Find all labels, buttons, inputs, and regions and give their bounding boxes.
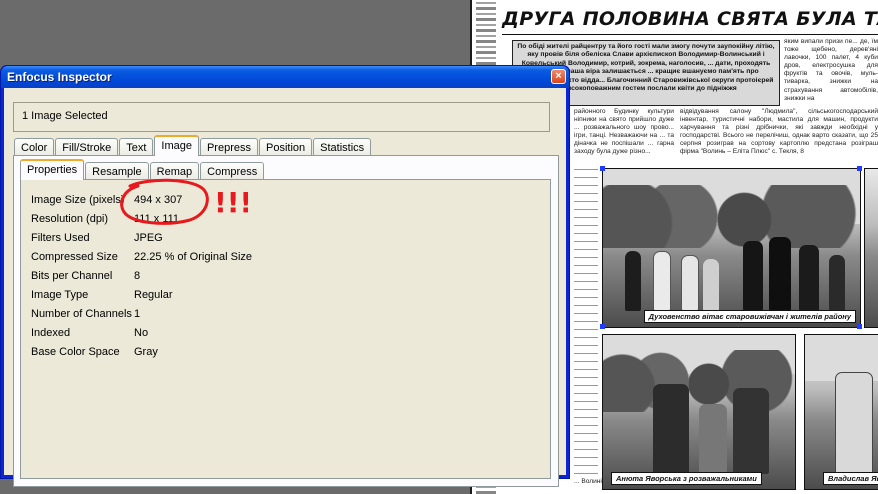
newspaper-headline: ДРУГА ПОЛОВИНА СВЯТА БУЛА ТАК (502, 8, 878, 30)
red-highlight-annotation: !!! (120, 178, 248, 225)
red-circle-mark (120, 178, 209, 225)
inspector-window: Enfocus Inspector × 1 Image Selected Col… (0, 65, 570, 487)
photo-caption-2: Анюта Яворська з розважальниками (611, 472, 762, 485)
property-value: No (134, 327, 149, 339)
close-button[interactable]: × (551, 69, 566, 84)
property-key: Number of Channels (31, 308, 132, 320)
properties-panel: Image Size (pixels) 494 x 307 Resolution… (20, 179, 551, 479)
property-key: Resolution (dpi) (31, 213, 109, 225)
property-value: Gray (134, 346, 158, 358)
property-key: Image Type (31, 289, 89, 301)
exclamation-marks: !!! (214, 186, 248, 219)
selection-handle-tr[interactable] (857, 166, 862, 171)
photo-caption-1: Духовенство вітає старовижівчан і жителі… (643, 310, 856, 323)
property-value: 8 (134, 270, 141, 282)
window-titlebar[interactable]: Enfocus Inspector × (1, 66, 569, 88)
selection-handle-bl[interactable] (600, 324, 605, 329)
property-value: 22.25 % of Original Size (134, 251, 253, 263)
property-key: Bits per Channel (31, 270, 113, 282)
main-tab-bar: Color Fill/Stroke Text Image Prepress Positio… (14, 135, 372, 156)
lower-photo-right: Владислав Яворс (804, 334, 878, 490)
window-client-area: 1 Image Selected Color Fill/Stroke Text Ima… (4, 88, 566, 487)
selection-status-panel: 1 Image Selected (13, 102, 550, 132)
property-key: Indexed (31, 327, 71, 339)
subtab-properties[interactable]: Properties (20, 159, 85, 180)
tab-position[interactable]: Position (259, 138, 313, 156)
tab-image[interactable]: Image (154, 135, 199, 156)
sub-tab-bar: Properties Resample Remap Compress (20, 159, 265, 180)
property-key: Image Size (pixels) (31, 194, 125, 206)
property-key: Compressed Size (31, 251, 118, 263)
tab-statistics[interactable]: Statistics (313, 138, 372, 156)
property-key: Base Color Space (31, 346, 120, 358)
property-value: 1 (134, 308, 141, 320)
property-value: JPEG (134, 232, 163, 244)
tab-color[interactable]: Color (14, 138, 55, 156)
tab-text[interactable]: Text (119, 138, 154, 156)
article-column-narrow (574, 166, 598, 476)
tab-fill-stroke[interactable]: Fill/Stroke (55, 138, 119, 156)
lower-photo-left: Анюта Яворська з розважальниками (602, 334, 796, 490)
property-key: Filters Used (31, 232, 90, 244)
main-photo[interactable]: Духовенство вітає старовижівчан і жителі… (602, 168, 861, 328)
headline-rule (502, 34, 878, 35)
article-column-middle: відвідування салону "Людмила", сільськог… (680, 108, 878, 156)
photo-caption-3: Владислав Яворс (823, 472, 878, 485)
selection-handle-tl[interactable] (600, 166, 605, 171)
property-value: Regular (134, 289, 173, 301)
image-tab-panel: Properties Resample Remap Compress Image Si… (13, 155, 559, 487)
side-photo (864, 168, 878, 328)
selection-status-label: 1 Image Selected (22, 110, 108, 122)
window-title: Enfocus Inspector (7, 70, 112, 84)
tab-prepress[interactable]: Prepress (199, 138, 258, 156)
selection-handle-br[interactable] (857, 324, 862, 329)
article-column-left: районного Будинку культури ніпники на св… (574, 108, 674, 156)
